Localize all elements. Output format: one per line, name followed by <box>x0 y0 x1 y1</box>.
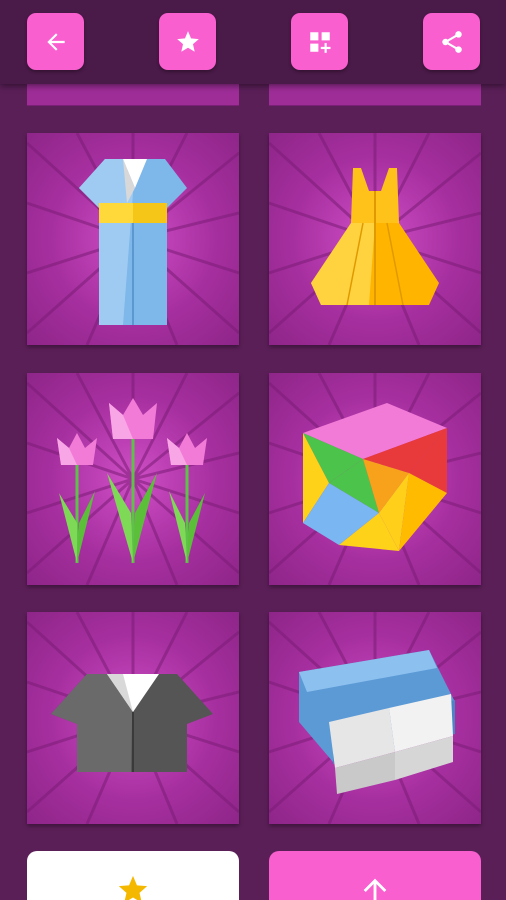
arrow-left-icon <box>46 32 65 51</box>
arrow-up-icon <box>363 878 387 900</box>
tile-tulips[interactable] <box>27 373 239 585</box>
scroll-to-top-button[interactable] <box>269 851 481 900</box>
share-button[interactable] <box>423 13 480 70</box>
cube-icon <box>303 403 447 551</box>
star-icon <box>176 30 199 52</box>
back-button[interactable] <box>27 13 84 70</box>
shirt-icon <box>51 674 213 772</box>
tile-cube[interactable] <box>269 373 481 585</box>
partial-tile-right[interactable] <box>269 84 481 106</box>
tile-sofa[interactable] <box>269 612 481 824</box>
share-icon <box>441 30 462 53</box>
partial-tile-left[interactable] <box>27 84 239 106</box>
favorite-button[interactable] <box>159 13 216 70</box>
favorites-list-button[interactable] <box>27 851 239 900</box>
top-toolbar <box>0 0 506 84</box>
star-icon <box>118 875 148 900</box>
tile-kimono[interactable] <box>27 133 239 345</box>
tulips-icon <box>57 398 207 563</box>
kimono-icon <box>79 159 187 325</box>
sofa-icon <box>299 650 455 794</box>
grid-plus-icon <box>309 31 331 53</box>
tile-dress[interactable] <box>269 133 481 345</box>
dress-icon <box>311 168 439 306</box>
more-apps-button[interactable] <box>291 13 348 70</box>
origami-grid <box>0 0 506 900</box>
tile-shirt[interactable] <box>27 612 239 824</box>
